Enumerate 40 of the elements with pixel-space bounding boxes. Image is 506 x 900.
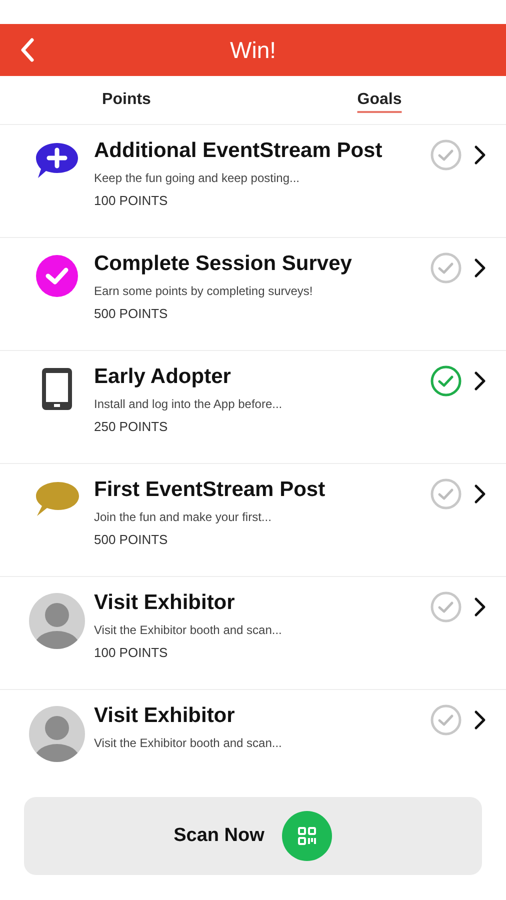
tab[interactable]: Points [0,76,253,124]
goal-title: Visit Exhibitor [94,704,235,728]
goal-item[interactable]: First EventStream Post Join the fun and make your first... 500 POINTS [0,464,506,577]
check-circle-icon [35,254,79,298]
goal-description: Visit the Exhibitor booth and scan... [94,623,282,637]
goal-title: Additional EventStream Post [94,139,382,163]
goal-points: 100 POINTS [94,193,168,208]
goal-item[interactable]: Complete Session Survey Earn some points by completing surveys! 500 POINTS [0,238,506,351]
scan-now-button[interactable]: Scan Now [24,797,482,875]
goal-description: Keep the fun going and keep posting... [94,171,300,185]
chevron-right-icon [474,145,486,165]
goal-points: 500 POINTS [94,306,168,321]
chevron-right-icon [474,597,486,617]
goal-points: 500 POINTS [94,532,168,547]
goal-description: Install and log into the App before... [94,397,282,411]
back-icon[interactable] [20,38,34,62]
goal-title: Complete Session Survey [94,252,352,276]
avatar-icon [29,593,85,649]
chat-icon [34,480,80,518]
chat-plus-icon [34,141,80,181]
screen-title: Win! [230,36,276,64]
chevron-right-icon [474,710,486,730]
goal-title: Visit Exhibitor [94,591,235,615]
goal-item[interactable]: Additional EventStream Post Keep the fun going and keep posting... 100 POINTS [0,125,506,238]
goal-item[interactable]: Visit Exhibitor Visit the Exhibitor booth and scan... 100 POINTS [0,577,506,690]
phone-icon [41,367,73,411]
qr-code-icon [282,811,332,861]
goal-description: Visit the Exhibitor booth and scan... [94,736,282,750]
chevron-right-icon [474,484,486,504]
tab[interactable]: Goals [253,76,506,124]
goal-points: 250 POINTS [94,419,168,434]
avatar-icon [29,706,85,762]
chevron-right-icon [474,371,486,391]
goal-item[interactable]: Early Adopter Install and log into the App before... 250 POINTS [0,351,506,464]
goal-title: First EventStream Post [94,478,326,502]
goal-points: 100 POINTS [94,645,168,660]
goal-title: Early Adopter [94,365,231,389]
goal-description: Earn some points by completing surveys! [94,284,313,298]
goal-description: Join the fun and make your first... [94,510,272,524]
chevron-right-icon [474,258,486,278]
